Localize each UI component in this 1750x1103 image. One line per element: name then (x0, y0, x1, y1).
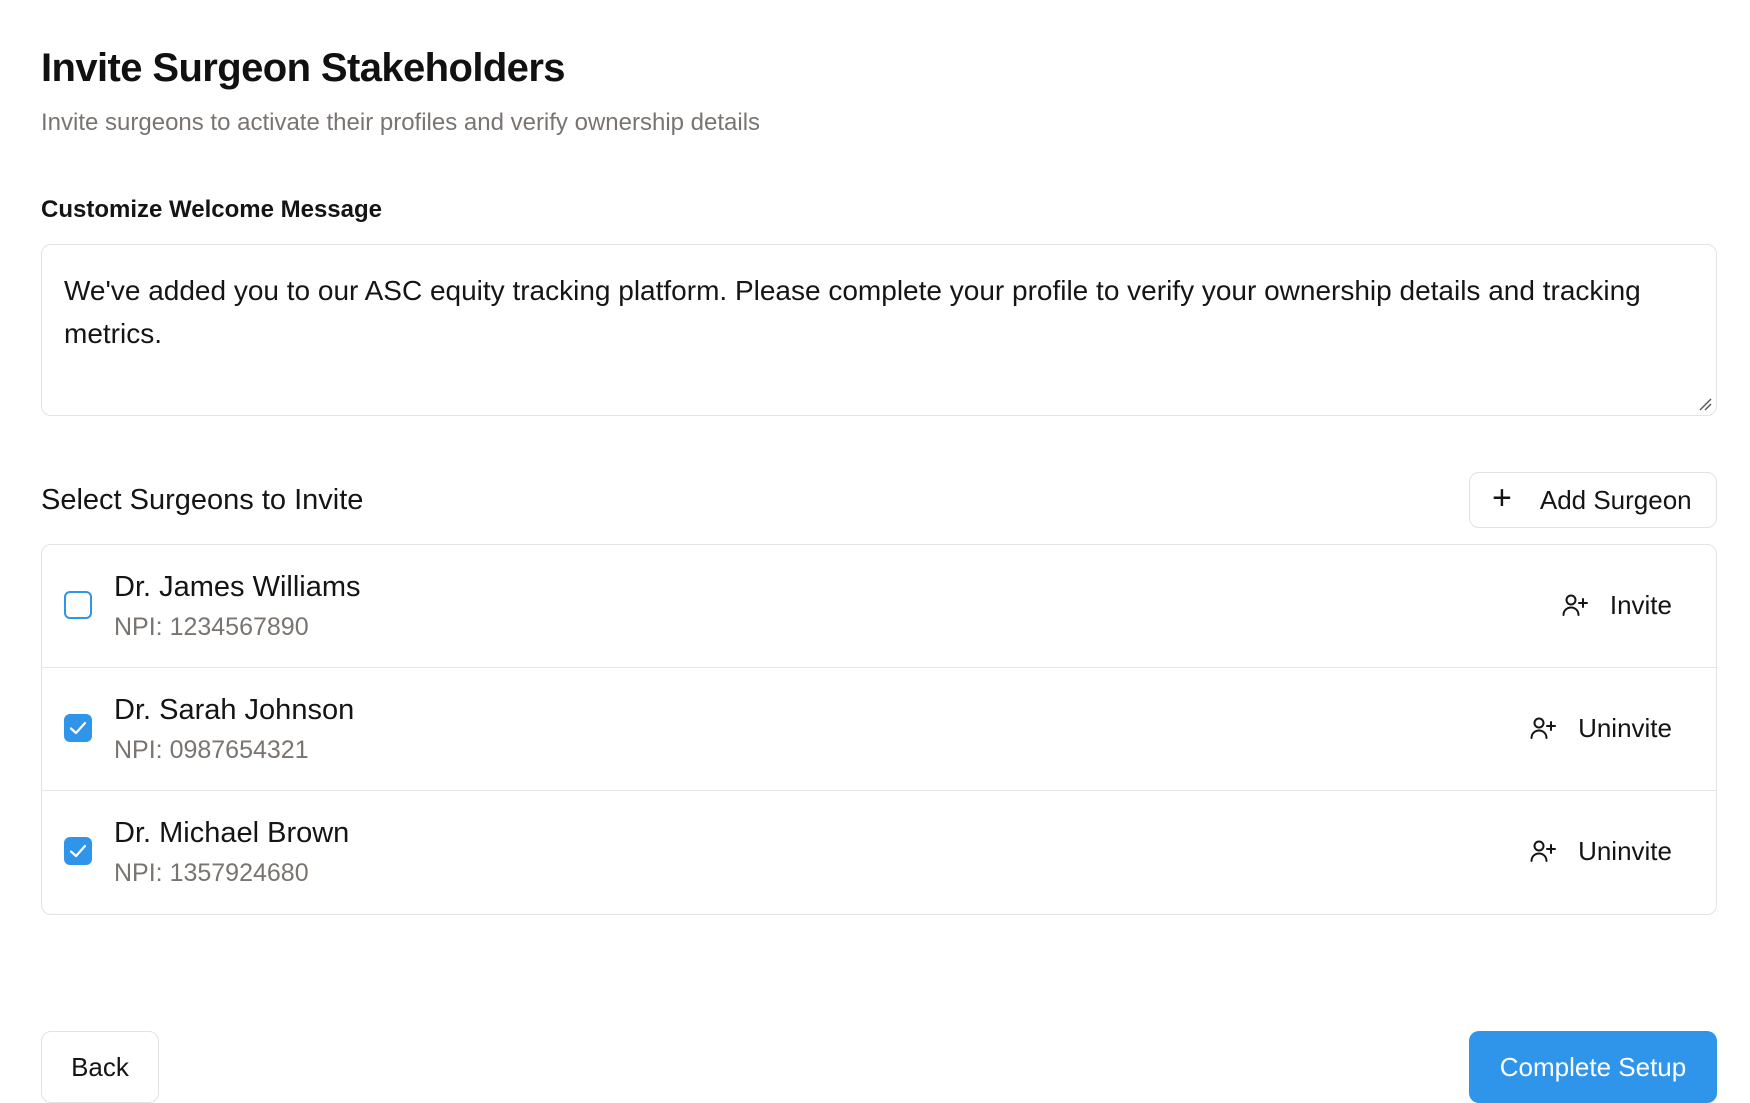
surgeon-name: Dr. James Williams (114, 571, 361, 603)
select-surgeons-header: Select Surgeons to Invite + Add Surgeon (41, 472, 1717, 528)
welcome-message-text: We've added you to our ASC equity tracki… (64, 275, 1641, 349)
surgeon-row: Dr. Sarah Johnson NPI: 0987654321 Uninvi… (42, 668, 1716, 791)
invite-surgeons-page: Invite Surgeon Stakeholders Invite surge… (41, 44, 1717, 1103)
complete-setup-button[interactable]: Complete Setup (1469, 1031, 1717, 1103)
back-button[interactable]: Back (41, 1031, 159, 1103)
surgeon-name: Dr. Sarah Johnson (114, 694, 355, 726)
surgeon-row: Dr. James Williams NPI: 1234567890 Invit… (42, 545, 1716, 668)
page-subtitle: Invite surgeons to activate their profil… (41, 109, 761, 136)
welcome-message-textarea[interactable]: We've added you to our ASC equity tracki… (41, 244, 1717, 416)
surgeon-npi: NPI: 1357924680 (114, 859, 309, 887)
resize-handle-icon[interactable] (1698, 397, 1712, 411)
welcome-message-label: Customize Welcome Message (41, 196, 383, 223)
back-label: Back (71, 1051, 129, 1082)
user-plus-icon (1530, 716, 1557, 740)
user-plus-icon (1562, 593, 1588, 617)
surgeon-checkbox[interactable] (64, 714, 92, 742)
surgeon-checkbox[interactable] (64, 591, 92, 619)
surgeon-list: Dr. James Williams NPI: 1234567890 Invit… (41, 544, 1717, 915)
select-surgeons-title: Select Surgeons to Invite (41, 484, 364, 516)
checkmark-icon (69, 721, 87, 735)
add-surgeon-label: Add Surgeon (1539, 484, 1692, 515)
invite-label: Invite (1609, 589, 1672, 620)
surgeon-npi: NPI: 1234567890 (114, 613, 309, 641)
surgeon-name: Dr. Michael Brown (114, 817, 350, 849)
uninvite-label: Uninvite (1578, 835, 1672, 866)
surgeon-npi: NPI: 0987654321 (114, 736, 309, 764)
checkmark-icon (69, 844, 87, 858)
uninvite-label: Uninvite (1578, 712, 1672, 743)
user-plus-icon (1530, 839, 1557, 863)
add-surgeon-button[interactable]: + Add Surgeon (1469, 472, 1717, 528)
plus-icon: + (1492, 479, 1512, 517)
invite-button[interactable]: Invite (1562, 583, 1672, 627)
uninvite-button[interactable]: Uninvite (1530, 706, 1672, 750)
surgeon-checkbox[interactable] (64, 837, 92, 865)
complete-setup-label: Complete Setup (1499, 1051, 1687, 1082)
page-title: Invite Surgeon Stakeholders (41, 46, 566, 90)
surgeon-row: Dr. Michael Brown NPI: 1357924680 Uninvi… (42, 791, 1716, 914)
uninvite-button[interactable]: Uninvite (1530, 829, 1672, 873)
